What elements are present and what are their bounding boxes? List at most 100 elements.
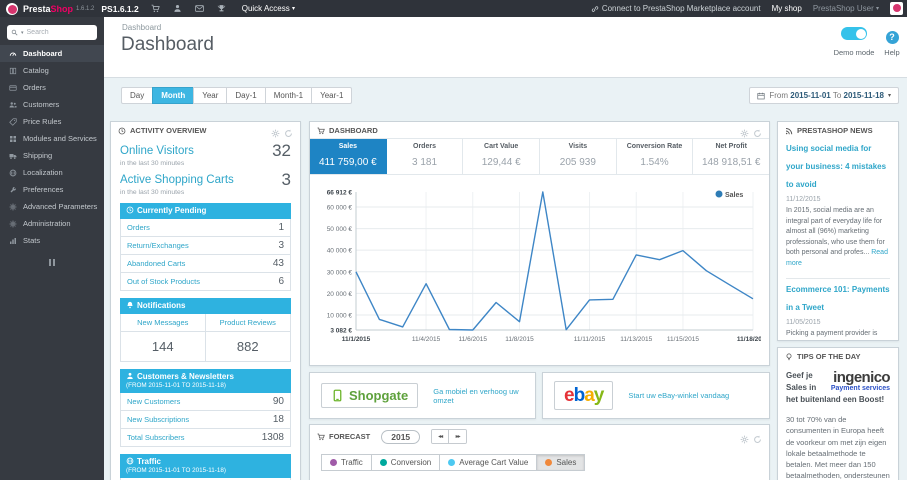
breadcrumb[interactable]: Dashboard	[122, 23, 161, 32]
row-label[interactable]: New Customers	[127, 397, 273, 406]
sidebar-item-orders[interactable]: Orders	[0, 79, 104, 96]
shopgate-link[interactable]: Ga mobiel en verhoog uw omzet	[433, 387, 524, 405]
sidebar-item-modules-and-services[interactable]: Modules and Services	[0, 130, 104, 147]
svg-text:11/18/2015: 11/18/2015	[737, 336, 761, 343]
sidebar-item-shipping[interactable]: Shipping	[0, 147, 104, 164]
sidebar-item-advanced-parameters[interactable]: Advanced Parameters	[0, 198, 104, 215]
sidebar-item-customers[interactable]: Customers	[0, 96, 104, 113]
clock-icon	[118, 127, 126, 135]
ebay-link[interactable]: Start uw eBay-winkel vandaag	[628, 391, 729, 400]
customers-quick-icon[interactable]	[167, 4, 189, 13]
kpi-visits[interactable]: Visits 205 939	[540, 139, 617, 174]
chart-icon	[9, 237, 17, 245]
range-button-month[interactable]: Month	[152, 87, 195, 104]
wrench-icon	[9, 186, 17, 194]
demo-mode-toggle[interactable]	[841, 27, 867, 40]
panel-header: ACTIVITY OVERVIEW	[111, 122, 300, 138]
article-date: 11/05/2015	[786, 319, 821, 326]
sidebar-menu: Dashboard Catalog Orders Customers Price Rul…	[0, 45, 104, 249]
forecast-series-traffic[interactable]: Traffic	[321, 454, 372, 471]
stat-value: 32	[272, 141, 291, 160]
section-title: Notifications	[137, 301, 186, 310]
sales-line-chart: 66 912 € 60 000 € 50 000 € 40 000 € 30 000 €…	[327, 190, 769, 344]
range-button-year-1[interactable]: Year-1	[311, 87, 353, 104]
sidebar-item-label: Stats	[23, 236, 41, 245]
ebay-wordmark: ebay	[564, 385, 604, 406]
table-row: New Subscriptions 18	[120, 410, 291, 429]
gear-icon[interactable]	[740, 432, 749, 444]
svg-text:20 000 €: 20 000 €	[327, 291, 353, 298]
user-avatar[interactable]	[890, 2, 903, 15]
sidebar-item-dashboard[interactable]: Dashboard	[0, 45, 104, 62]
section-title: Customers & Newsletters	[137, 372, 234, 381]
sidebar-item-price-rules[interactable]: Price Rules	[0, 113, 104, 130]
sidebar-item-label: Advanced Parameters	[23, 202, 98, 211]
gear-icon[interactable]	[740, 126, 749, 138]
kpi-net-profit[interactable]: Net Profit 148 918,51 €	[693, 139, 769, 174]
collapse-menu-icon[interactable]	[0, 259, 104, 266]
panel-title: FORECAST	[329, 432, 371, 441]
sidebar-item-label: Catalog	[23, 66, 49, 75]
sidebar-item-catalog[interactable]: Catalog	[0, 62, 104, 79]
prestashop-news-panel: PRESTASHOP NEWS Using social media for y…	[777, 121, 899, 341]
sidebar-item-stats[interactable]: Stats	[0, 232, 104, 249]
refresh-icon[interactable]	[753, 126, 762, 137]
kpi-cart-value[interactable]: Cart Value 129,44 €	[463, 139, 541, 174]
marketplace-link[interactable]: Connect to PrestaShop Marketplace accoun…	[591, 4, 761, 13]
activity-overview-panel: ACTIVITY OVERVIEW 32 Online Visitors in th…	[110, 121, 301, 480]
trophy-icon[interactable]	[211, 4, 233, 13]
gauge-icon	[9, 50, 17, 58]
bell-icon	[126, 301, 134, 309]
row-label[interactable]: Out of Stock Products	[127, 277, 278, 286]
stat-label[interactable]: Online Visitors	[120, 145, 194, 157]
my-shop-link[interactable]: My shop	[772, 4, 802, 13]
range-button-month-1[interactable]: Month-1	[264, 87, 313, 104]
kpi-sales[interactable]: Sales 411 759,00 €	[310, 139, 387, 174]
quick-access-menu[interactable]: Quick Access ▾	[242, 4, 295, 13]
row-label[interactable]: New Subscriptions	[127, 415, 273, 424]
column-header[interactable]: New Messages	[120, 314, 206, 332]
row-label[interactable]: Total Subscribers	[127, 433, 262, 442]
messages-icon[interactable]	[189, 4, 211, 13]
column-header[interactable]: Product Reviews	[205, 314, 291, 332]
search-input[interactable]	[26, 29, 77, 36]
sidebar-item-administration[interactable]: Administration	[0, 215, 104, 232]
next-year-button[interactable]: ▸▸	[449, 430, 467, 443]
forecast-series-sales[interactable]: Sales	[536, 454, 586, 471]
shop-name: PS1.6.1.2	[101, 3, 139, 14]
user-menu[interactable]: PrestaShop User ▾	[813, 4, 879, 13]
row-label[interactable]: Return/Exchanges	[127, 241, 278, 250]
svg-text:50 000 €: 50 000 €	[327, 226, 353, 233]
tip-content: ingenico Payment services Geef je Sales …	[778, 364, 898, 480]
news-body: Using social media for your business: 4 …	[778, 138, 898, 340]
kpi-conversion-rate[interactable]: Conversion Rate 1.54%	[617, 139, 694, 174]
date-range-picker[interactable]: From 2015-11-01 To 2015-11-18 ▾	[749, 87, 899, 104]
cart-icon[interactable]	[145, 4, 167, 13]
chevron-down-icon[interactable]: ▾	[21, 30, 24, 36]
sidebar-item-localization[interactable]: Localization	[0, 164, 104, 181]
gear-icon[interactable]	[271, 126, 280, 138]
article-title[interactable]: Ecommerce 101: Payments in a Tweet	[786, 285, 890, 312]
sidebar-item-preferences[interactable]: Preferences	[0, 181, 104, 198]
kpi-value: 205 939	[559, 157, 596, 168]
refresh-icon[interactable]	[753, 432, 762, 443]
forecast-series-conversion[interactable]: Conversion	[370, 454, 441, 471]
row-label[interactable]: Abandoned Carts	[127, 259, 273, 268]
sidebar-item-label: Administration	[23, 219, 71, 228]
range-button-year[interactable]: Year	[193, 87, 228, 104]
help-button[interactable]: ? Help	[880, 27, 904, 57]
forecast-year[interactable]: 2015	[381, 429, 421, 444]
sidebar: ▾ Dashboard Catalog Orders Customers Price R…	[0, 17, 104, 480]
section-bar-traffic: Traffic (FROM 2015-11-01 TO 2015-11-18)	[120, 453, 291, 478]
forecast-series-average-cart-value[interactable]: Average Cart Value	[439, 454, 538, 471]
row-label[interactable]: Orders	[127, 223, 278, 232]
kpi-orders[interactable]: Orders 3 181	[387, 139, 464, 174]
range-button-day-1[interactable]: Day-1	[226, 87, 266, 104]
article-title[interactable]: Using social media for your business: 4 …	[786, 144, 886, 189]
range-button-day[interactable]: Day	[121, 87, 154, 104]
refresh-icon[interactable]	[284, 126, 293, 137]
previous-year-button[interactable]: ◂◂	[432, 430, 450, 443]
series-label: Conversion	[390, 458, 432, 467]
search-icon	[11, 29, 18, 36]
stat-label[interactable]: Active Shopping Carts	[120, 174, 234, 186]
